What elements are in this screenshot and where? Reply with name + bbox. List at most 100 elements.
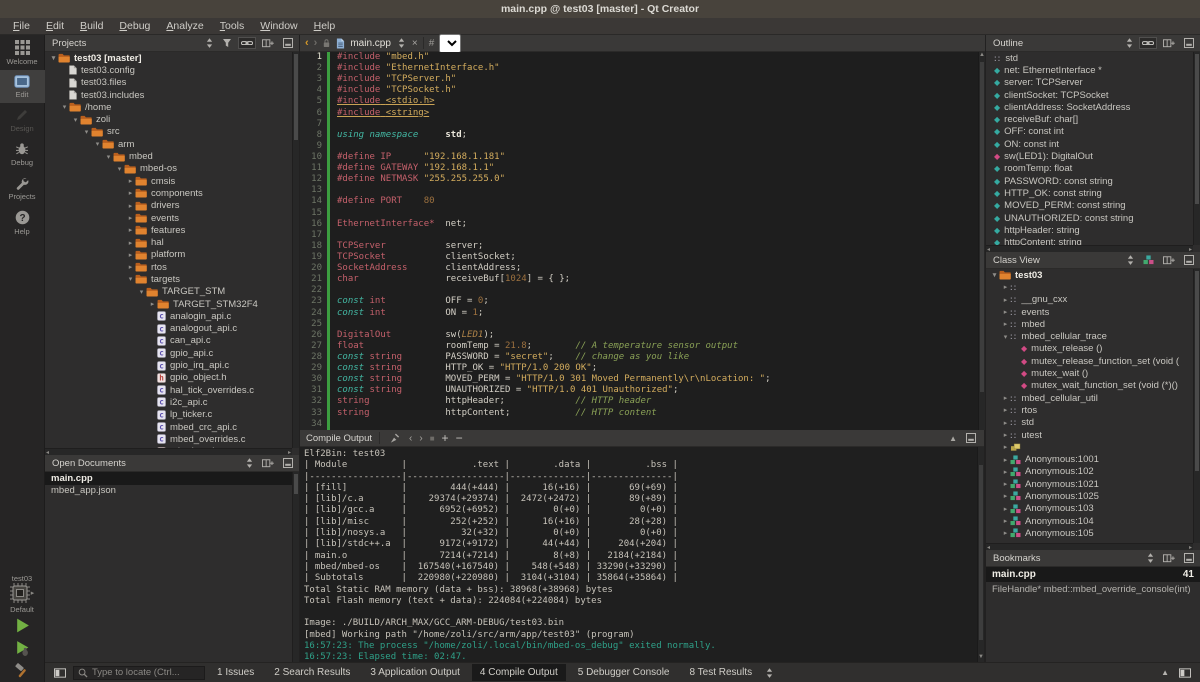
- project-tree-item[interactable]: ▸ TARGET_STM32F4: [45, 298, 292, 310]
- line-number[interactable]: 16: [300, 219, 327, 230]
- compile-output-text[interactable]: Elf2Bin: test03| Module | .text | .data …: [300, 447, 977, 662]
- line-number[interactable]: 1: [300, 52, 327, 63]
- expand-arrow-icon[interactable]: ▾: [115, 165, 124, 173]
- link-icon[interactable]: [239, 38, 255, 48]
- project-tree-item[interactable]: ▾ TARGET_STM: [45, 286, 292, 298]
- class-view-item[interactable]: ▸ :: __gnu_cxx: [986, 294, 1193, 306]
- line-number[interactable]: 23: [300, 296, 327, 307]
- line-number[interactable]: 28: [300, 352, 327, 363]
- expand-arrow-icon[interactable]: ▾: [1001, 333, 1010, 341]
- splitadd-icon[interactable]: [260, 37, 276, 49]
- class-view-item[interactable]: ▸ :: utest: [986, 429, 1193, 441]
- output-tab-3-application-output[interactable]: 3 Application Output: [362, 664, 468, 681]
- project-tree-item[interactable]: ▸ cmsis: [45, 175, 292, 187]
- line-number[interactable]: 18: [300, 241, 327, 252]
- kit-selector[interactable]: ▸: [10, 583, 35, 603]
- line-number[interactable]: 12: [300, 174, 327, 185]
- line-number[interactable]: 2: [300, 63, 327, 74]
- project-tree-item[interactable]: ▾ mbed: [45, 150, 292, 162]
- outline-item[interactable]: ◆ receiveBuf: char[]: [986, 113, 1193, 125]
- line-number[interactable]: 19: [300, 252, 327, 263]
- file-combo-icon[interactable]: [396, 37, 407, 49]
- expand-arrow-icon[interactable]: ▸: [1001, 505, 1010, 513]
- splitadd-icon[interactable]: [1161, 552, 1177, 564]
- locator-input[interactable]: Type to locate (Ctrl...: [73, 666, 205, 680]
- expand-arrow-icon[interactable]: ▸: [1001, 456, 1010, 464]
- compile-output-vscrollbar[interactable]: ▼: [977, 447, 984, 662]
- clear-output-icon[interactable]: [387, 432, 402, 445]
- expand-arrow-icon[interactable]: ▸: [1001, 468, 1010, 476]
- line-number[interactable]: 33: [300, 408, 327, 419]
- outline-item[interactable]: ◆ sw(LED1): DigitalOut: [986, 150, 1193, 162]
- expand-arrow-icon[interactable]: ▾: [82, 128, 91, 136]
- class-view-item[interactable]: ◆ mutex_release (): [986, 343, 1193, 355]
- symbol-selector[interactable]: Line: 1, Col: 1: [439, 34, 461, 53]
- menu-tools[interactable]: Tools: [213, 19, 252, 33]
- expand-arrow-icon[interactable]: ▸: [1001, 320, 1010, 328]
- class-view-item[interactable]: ▸ Anonymous:102: [986, 466, 1193, 478]
- run-button[interactable]: [14, 617, 31, 634]
- open-document-item[interactable]: mbed_app.json: [45, 485, 299, 498]
- class-view-item[interactable]: ▸ :: mbed_cellular_util: [986, 392, 1193, 404]
- line-number[interactable]: 27: [300, 341, 327, 352]
- outline-item[interactable]: ◆ clientAddress: SocketAddress: [986, 101, 1193, 113]
- class-view-item[interactable]: ▸ ::: [986, 281, 1193, 293]
- expand-arrow-icon[interactable]: ▸: [126, 239, 135, 247]
- class-view-hscrollbar[interactable]: ◂▸: [986, 543, 1193, 550]
- line-number[interactable]: 5: [300, 96, 327, 107]
- collapse-pane-icon[interactable]: ▲: [949, 434, 957, 443]
- outline-item[interactable]: :: std: [986, 52, 1193, 64]
- expand-arrow-icon[interactable]: ▸: [1001, 517, 1010, 525]
- updown-icon[interactable]: [1145, 552, 1156, 564]
- splitadd-icon[interactable]: [1161, 37, 1177, 49]
- outline-item[interactable]: ◆ ON: const int: [986, 138, 1193, 150]
- line-number[interactable]: 8: [300, 130, 327, 141]
- editor-vscrollbar[interactable]: ▲: [978, 52, 985, 430]
- outline-vscrollbar[interactable]: [1193, 52, 1200, 245]
- project-tree-item[interactable]: c gpio_api.c: [45, 347, 292, 359]
- line-number[interactable]: 31: [300, 385, 327, 396]
- menu-debug[interactable]: Debug: [112, 19, 157, 33]
- output-tab-8-test-results[interactable]: 8 Test Results: [681, 664, 760, 681]
- nav-back-icon[interactable]: ‹: [305, 37, 309, 49]
- expand-arrow-icon[interactable]: ▸: [1001, 394, 1010, 402]
- output-tab-5-debugger-console[interactable]: 5 Debugger Console: [570, 664, 678, 681]
- expand-arrow-icon[interactable]: ▾: [93, 140, 102, 148]
- link-icon[interactable]: [1140, 38, 1156, 48]
- project-tree-item[interactable]: h gpio_object.h: [45, 372, 292, 384]
- outline-item[interactable]: ◆ roomTemp: float: [986, 163, 1193, 175]
- line-number[interactable]: 32: [300, 396, 327, 407]
- output-tab-1-issues[interactable]: 1 Issues: [209, 664, 262, 681]
- outline-item[interactable]: ◆ OFF: const int: [986, 126, 1193, 138]
- menu-build[interactable]: Build: [73, 19, 110, 33]
- project-tree-item[interactable]: c can_api.c: [45, 335, 292, 347]
- expand-arrow-icon[interactable]: ▸: [1001, 419, 1010, 427]
- class-view-item[interactable]: ▸ Anonymous:103: [986, 503, 1193, 515]
- menu-edit[interactable]: Edit: [39, 19, 71, 33]
- project-tree-item[interactable]: c hal_tick_overrides.c: [45, 384, 292, 396]
- class-view-item[interactable]: ▸ Anonymous:104: [986, 515, 1193, 527]
- titlebar[interactable]: main.cpp @ test03 [master] - Qt Creator: [0, 0, 1200, 18]
- outline-item[interactable]: ◆ httpHeader: string: [986, 224, 1193, 236]
- outline-item[interactable]: ◆ net: EthernetInterface *: [986, 64, 1193, 76]
- expand-arrow-icon[interactable]: ▾: [104, 153, 113, 161]
- build-button[interactable]: [14, 663, 30, 679]
- expand-arrow-icon[interactable]: ▸: [1001, 492, 1010, 500]
- toggle-right-sidebar-icon[interactable]: [1176, 666, 1194, 680]
- bookmark-entry[interactable]: main.cpp 41: [986, 567, 1200, 582]
- nav-forward-icon[interactable]: ›: [314, 37, 318, 49]
- project-tree-item[interactable]: c i2c_api.c: [45, 396, 292, 408]
- line-number[interactable]: 30: [300, 374, 327, 385]
- open-document-item[interactable]: main.cpp: [45, 472, 299, 485]
- class-view-item[interactable]: ▸ Anonymous:1025: [986, 490, 1193, 502]
- class-view-item[interactable]: ◆ mutex_wait_function_set (void (*)(): [986, 380, 1193, 392]
- prev-item-icon[interactable]: ‹: [409, 433, 412, 444]
- class-view-item[interactable]: ▸ Anonymous:1021: [986, 478, 1193, 490]
- updown-icon[interactable]: [1124, 37, 1135, 49]
- menu-window[interactable]: Window: [253, 19, 304, 33]
- updown-icon[interactable]: [1125, 254, 1136, 266]
- expand-arrow-icon[interactable]: ▾: [71, 116, 80, 124]
- toggle-left-sidebar-icon[interactable]: [51, 666, 69, 680]
- cls-icon[interactable]: [1141, 254, 1156, 266]
- outline-item[interactable]: ◆ MOVED_PERM: const string: [986, 200, 1193, 212]
